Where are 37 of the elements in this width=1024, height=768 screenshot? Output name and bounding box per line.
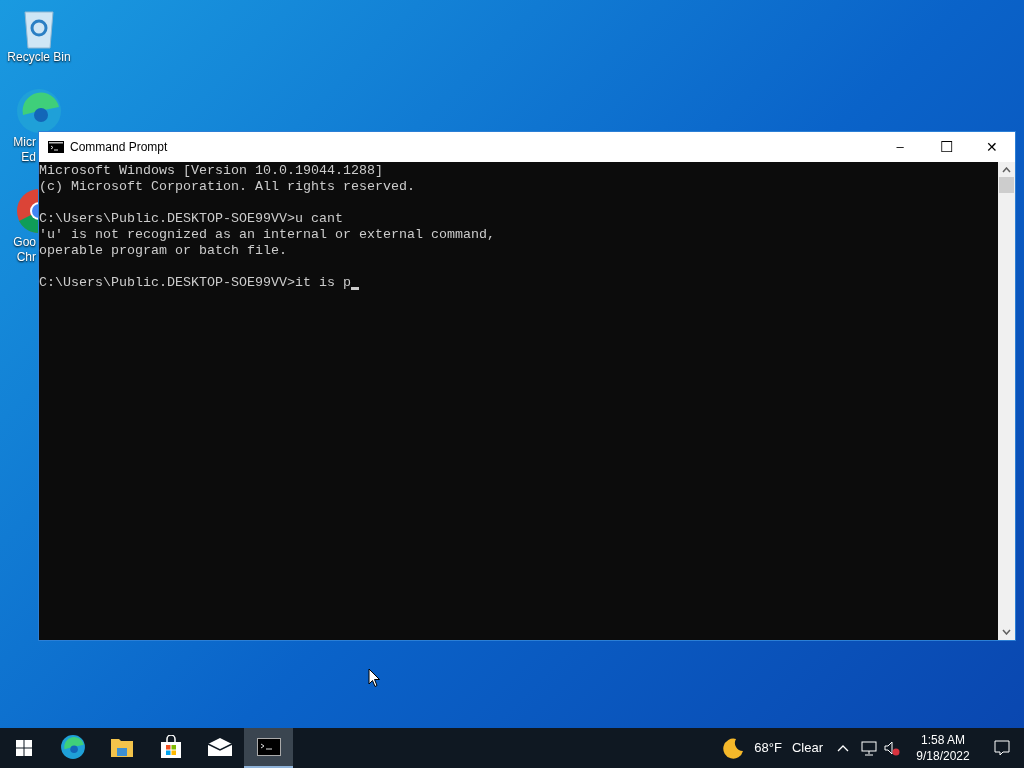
desktop-icon-label[interactable]: Goo [0,235,36,250]
mouse-pointer-icon [368,668,381,688]
scroll-down-icon[interactable] [1002,629,1011,635]
chevron-up-icon[interactable] [837,744,849,752]
close-button[interactable]: ✕ [969,132,1015,162]
console-line: C:\Users\Public.DESKTOP-SOE99VV>it is p [39,275,351,291]
network-icon[interactable] [861,740,877,756]
console-line: operable program or batch file. [39,243,287,259]
minimize-button[interactable]: – [877,132,923,162]
envelope-icon [206,737,233,757]
console-line: 'u' is not recognized as an internal or external command, [39,227,495,243]
moon-icon[interactable] [722,737,745,759]
folder-icon [109,736,134,758]
desktop-icon-label[interactable]: Chr [0,250,36,265]
console-line: (c) Microsoft Corporation. All rights reserved. [39,179,415,195]
desktop-icon-label[interactable]: Ed [0,150,36,165]
clock-time[interactable]: 1:58 AM [921,732,965,748]
clock-date[interactable]: 9/18/2022 [916,748,970,764]
terminal-icon [256,738,281,756]
speaker-muted-icon[interactable] [884,740,900,756]
weather-temperature[interactable]: 68°F [754,738,782,758]
windows-logo-icon [16,740,32,756]
shopping-bag-icon [158,735,183,759]
taskbar-app[interactable] [244,728,293,768]
scrollbar[interactable] [998,162,1015,640]
edge-logo-icon [59,734,86,760]
text-cursor [350,287,359,290]
console-line: Microsoft Windows [Version 10.0.19044.1288] [39,163,383,179]
speech-bubble-icon [994,740,1010,756]
terminal-icon [48,141,64,153]
window-title: Command Prompt [70,139,169,156]
console-line: C:\Users\Public.DESKTOP-SOE99VV>u cant [39,211,343,227]
maximize-button[interactable]: ☐ [923,132,969,162]
scroll-up-icon[interactable] [1002,167,1011,173]
edge-logo-icon [15,87,63,135]
weather-condition[interactable]: Clear [791,738,823,758]
scrollbar-thumb[interactable] [999,177,1014,193]
